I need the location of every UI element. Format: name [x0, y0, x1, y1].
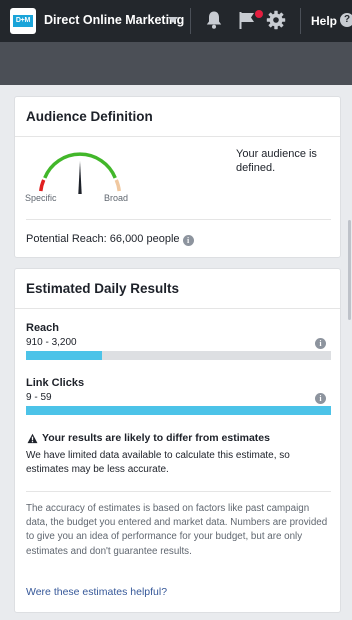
scrollbar-track[interactable]: [346, 90, 352, 620]
audience-status-text: Your audience is defined.: [236, 148, 317, 174]
gauge-label-specific: Specific: [25, 193, 57, 203]
help-link[interactable]: Help: [311, 14, 337, 28]
scrollbar-thumb[interactable]: [348, 220, 351, 320]
account-name[interactable]: Direct Online Marketing: [44, 13, 184, 27]
card-header: Estimated Daily Results: [15, 269, 340, 309]
warning-title: Your results are likely to differ from e…: [42, 432, 270, 444]
gauge-broad-segment: [114, 179, 121, 192]
link-clicks-bar-fill: [26, 406, 331, 415]
gauge-label-broad: Broad: [104, 193, 129, 203]
info-icon[interactable]: i: [315, 393, 326, 404]
bell-icon[interactable]: [205, 10, 223, 30]
help-icon[interactable]: ?: [340, 13, 352, 27]
card-title: Estimated Daily Results: [26, 281, 180, 296]
info-icon[interactable]: i: [182, 235, 194, 246]
link-clicks-range: 9 - 59: [26, 392, 52, 403]
divider: [26, 219, 331, 220]
estimates-disclaimer: The accuracy of estimates is based on fa…: [26, 503, 328, 557]
warning-icon: [27, 433, 38, 444]
link-clicks-label: Link Clicks: [26, 377, 85, 389]
chevron-down-icon[interactable]: [168, 17, 178, 23]
secondary-header-bar: [0, 42, 352, 85]
brand-logo[interactable]: D+M: [10, 8, 36, 34]
gear-icon[interactable]: [266, 10, 286, 30]
potential-reach-text: Potential Reach: 66,000 people: [26, 233, 180, 245]
toolbar-divider: [190, 8, 191, 34]
notification-badge: [255, 10, 263, 18]
warning-body: We have limited data available to calcul…: [26, 450, 290, 475]
card-title: Audience Definition: [26, 109, 153, 124]
link-clicks-bar-track: [26, 406, 331, 415]
top-navigation-bar: D+M Direct Online Marketing Help ?: [0, 0, 352, 42]
estimated-daily-results-card: Estimated Daily Results Reach 910 - 3,20…: [14, 268, 341, 613]
reach-bar-fill: [26, 351, 103, 360]
reach-label: Reach: [26, 322, 60, 334]
gauge-specific-segment: [39, 179, 46, 192]
gauge-needle: [78, 161, 82, 194]
divider: [26, 491, 331, 492]
audience-size-gauge: [39, 152, 121, 194]
card-header: Audience Definition: [15, 97, 340, 137]
potential-reach: Potential Reach: 66,000 people i: [26, 233, 194, 246]
reach-bar-track: [26, 351, 331, 360]
estimates-feedback-link[interactable]: Were these estimates helpful?: [26, 586, 167, 598]
reach-range: 910 - 3,200: [26, 337, 77, 348]
toolbar-divider: [300, 8, 301, 34]
info-icon[interactable]: i: [315, 338, 326, 349]
audience-definition-card: Audience Definition Specific Broad Your …: [14, 96, 341, 258]
brand-logo-text: D+M: [13, 15, 33, 27]
